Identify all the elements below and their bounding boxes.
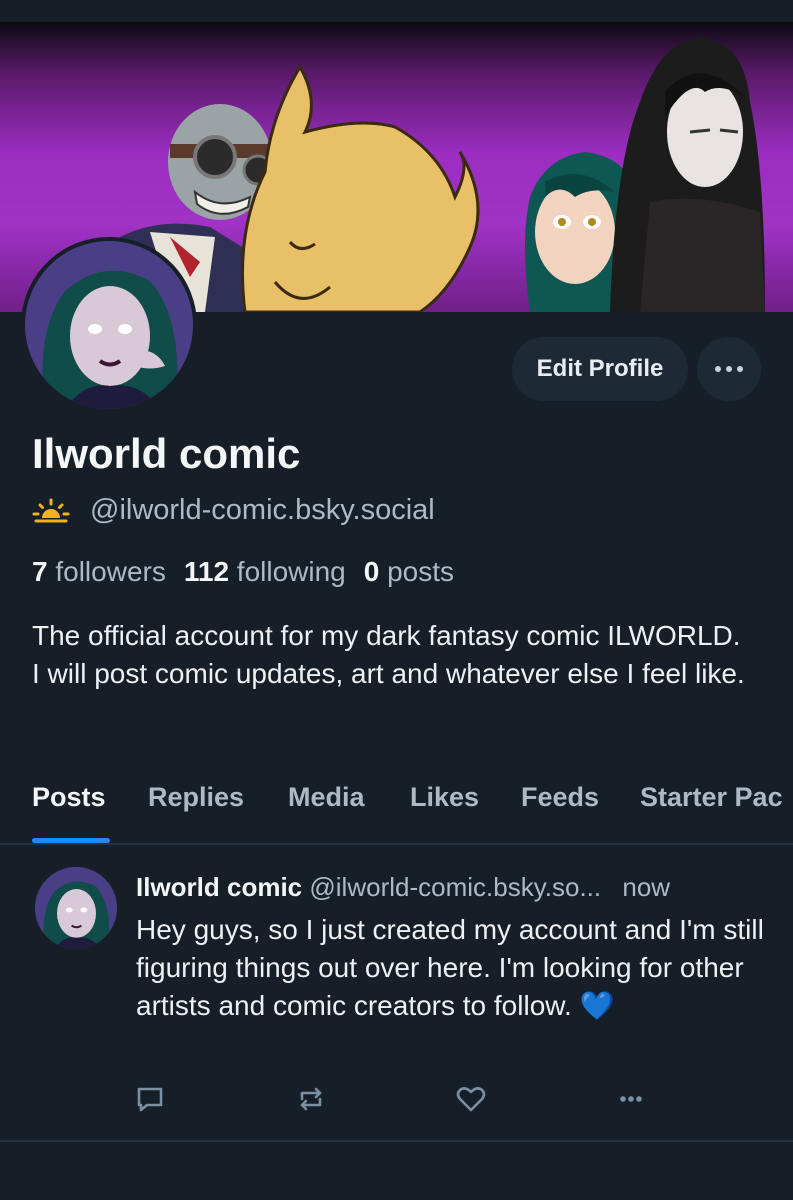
- more-options-button[interactable]: [697, 337, 761, 401]
- tab-replies[interactable]: Replies: [148, 782, 244, 813]
- tabs-divider: [0, 843, 793, 845]
- profile-handle: @ilworld-comic.bsky.social: [90, 494, 435, 526]
- repost-icon[interactable]: [295, 1083, 327, 1115]
- post-header: Ilworld comic @ilworld-comic.bsky.so... …: [136, 872, 670, 903]
- status-bar: [0, 0, 793, 22]
- post-author-handle[interactable]: @ilworld-comic.bsky.so...: [309, 872, 601, 902]
- post-divider: [0, 1140, 793, 1142]
- sunrise-icon: [32, 498, 70, 522]
- edit-profile-button[interactable]: Edit Profile: [512, 337, 688, 401]
- tab-posts[interactable]: Posts: [32, 782, 106, 813]
- profile-avatar[interactable]: [21, 237, 197, 413]
- edit-profile-label: Edit Profile: [536, 355, 664, 382]
- reply-icon[interactable]: [134, 1083, 166, 1115]
- followers-stat[interactable]: 7 followers: [32, 556, 166, 588]
- following-stat[interactable]: 112 following: [184, 556, 346, 588]
- profile-stats: 7 followers 112 following 0 posts: [32, 556, 454, 588]
- tab-starter-packs[interactable]: Starter Pac: [640, 782, 783, 813]
- post-author-name[interactable]: Ilworld comic: [136, 872, 302, 902]
- banner-character-man: [610, 37, 765, 312]
- profile-bio: The official account for my dark fantasy…: [32, 620, 745, 689]
- post-text: Hey guys, so I just created my account a…: [136, 914, 764, 1021]
- tab-feeds[interactable]: Feeds: [521, 782, 599, 813]
- posts-stat: 0 posts: [363, 556, 455, 587]
- ellipsis-icon: [715, 366, 743, 372]
- post-time[interactable]: now: [622, 872, 670, 902]
- post-author-avatar[interactable]: [35, 867, 117, 949]
- banner-character-creature: [241, 64, 480, 312]
- tab-media[interactable]: Media: [288, 782, 365, 813]
- profile-tabs: Posts Replies Media Likes Feeds Starter …: [0, 782, 793, 844]
- handle-row: @ilworld-comic.bsky.social: [32, 494, 435, 527]
- display-name: Ilworld comic: [32, 430, 301, 477]
- like-icon[interactable]: [455, 1083, 487, 1115]
- post-more-icon[interactable]: [615, 1083, 647, 1115]
- tab-likes[interactable]: Likes: [410, 782, 479, 813]
